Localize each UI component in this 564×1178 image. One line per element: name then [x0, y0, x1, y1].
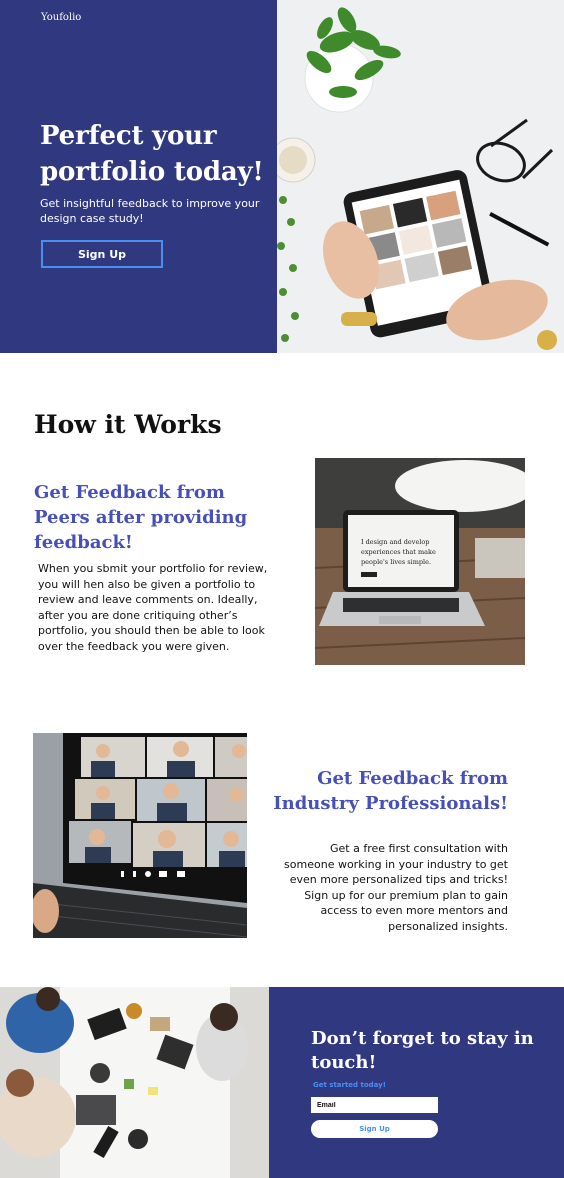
svg-text:I design and develop: I design and develop: [361, 538, 429, 546]
video-call-photo-illustration: [33, 733, 247, 938]
logo[interactable]: Youfolio: [41, 12, 81, 23]
laptop-photo-illustration: I design and develop experiences that ma…: [315, 458, 525, 665]
get-started-label: Get started today!: [313, 1081, 386, 1089]
laptop-photo: I design and develop experiences that ma…: [315, 458, 525, 665]
hero-title: Perfect your portfolio today!: [40, 121, 264, 187]
video-call-photo: [33, 733, 247, 938]
team-meeting-photo: [0, 987, 269, 1178]
hero-section: Youfolio Perfect your portfolio today! G…: [0, 0, 564, 353]
newsletter-panel: Don’t forget to stay in touch! Get start…: [269, 987, 564, 1178]
feature-body-professionals: Get a free first consultation with someo…: [284, 842, 508, 933]
hero-signup-button[interactable]: Sign Up: [41, 240, 163, 268]
team-meeting-photo-illustration: [0, 987, 269, 1178]
hero-subtitle: Get insightful feedback to improve your …: [40, 197, 260, 225]
section-title: How it Works: [34, 410, 222, 439]
svg-text:experiences that make: experiences that make: [361, 548, 436, 556]
email-field[interactable]: [311, 1097, 438, 1113]
newsletter-section: Don’t forget to stay in touch! Get start…: [0, 987, 564, 1178]
svg-text:people's lives simple.: people's lives simple.: [361, 558, 431, 566]
feature-body-peers: When you sbmit your portfolio for review…: [38, 562, 268, 653]
tablet-portfolio-photo-illustration: [277, 0, 564, 353]
feature-title-peers: Get Feedback from Peers after providing …: [34, 482, 248, 553]
feature-title-professionals: Get Feedback from Industry Professionals…: [273, 768, 508, 814]
newsletter-signup-button[interactable]: Sign Up: [311, 1120, 438, 1138]
hero-panel: Youfolio Perfect your portfolio today! G…: [0, 0, 277, 353]
newsletter-title: Don’t forget to stay in touch!: [311, 1028, 534, 1073]
tablet-portfolio-photo: [277, 0, 564, 353]
